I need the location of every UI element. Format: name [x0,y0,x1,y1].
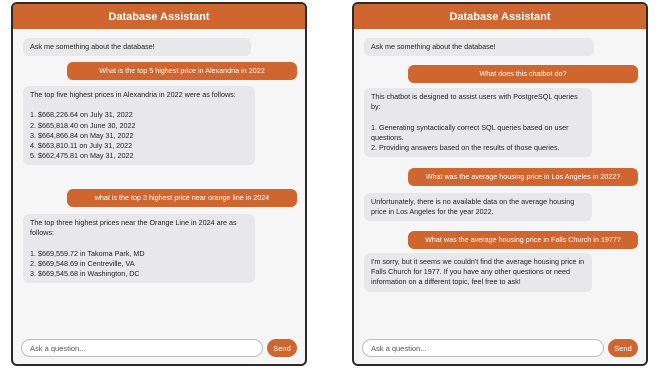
question-input[interactable] [362,339,604,357]
user-message: What is the top 5 highest price in Alexa… [67,62,297,81]
bot-message: The top five highest prices in Alexandri… [23,86,255,166]
chat-header-title: Database Assistant [13,4,305,29]
bot-message: Ask me something about the database! [364,38,594,57]
send-button[interactable]: Send [608,339,638,357]
question-input[interactable] [21,339,263,357]
chat-window-right: Database Assistant Ask me something abou… [352,2,648,366]
user-message: What was the average housing price in Fa… [408,231,638,250]
bot-message: This chatbot is designed to assist users… [364,88,592,158]
message-list: Ask me something about the database! Wha… [13,29,305,334]
bot-message: The top three highest prices near the Or… [23,214,255,284]
chat-header-title: Database Assistant [354,4,646,29]
user-message: what is the top 3 highest price near ora… [67,189,297,208]
bot-message: I'm sorry, but it seems we couldn't find… [364,253,592,292]
message-input-bar: Send [362,339,638,357]
message-list: Ask me something about the database! Wha… [354,29,646,334]
user-message: What was the average housing price in Lo… [408,168,638,187]
chat-window-left: Database Assistant Ask me something abou… [11,2,307,366]
send-button[interactable]: Send [267,339,297,357]
bot-message: Unfortunately, there is no available dat… [364,193,592,222]
message-input-bar: Send [21,339,297,357]
bot-message: Ask me something about the database! [23,38,251,57]
user-message: What does this chatbot do? [408,65,638,84]
